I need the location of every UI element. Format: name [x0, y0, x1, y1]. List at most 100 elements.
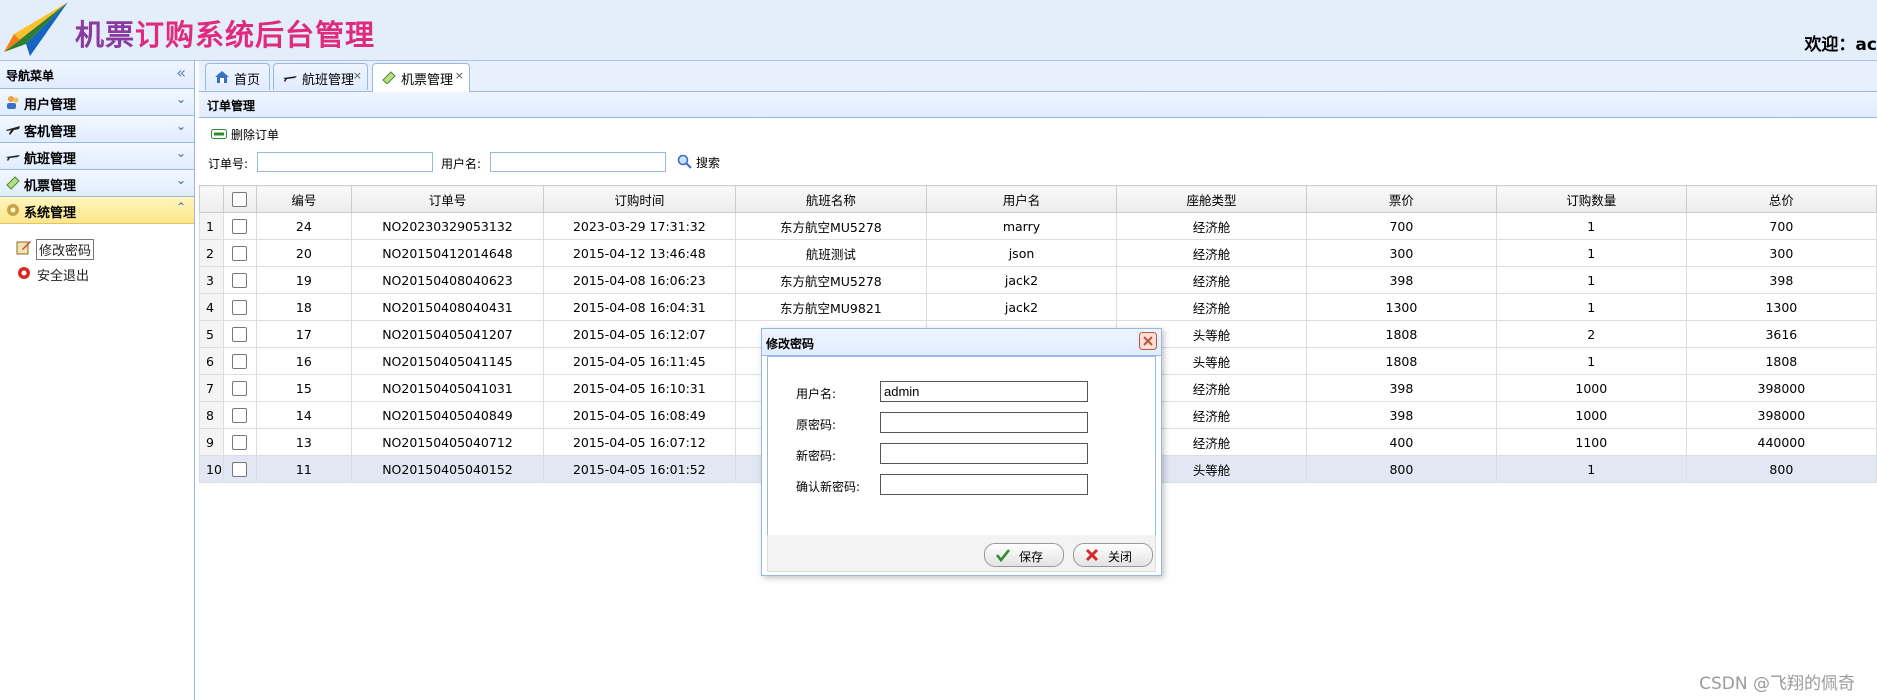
- row-number: 4: [199, 293, 224, 321]
- table-row[interactable]: 3 19 NO20150408040623 2015-04-08 16:06:23 东方…: [199, 266, 1877, 294]
- username-input[interactable]: [490, 152, 666, 172]
- confirm-password-input[interactable]: [880, 474, 1088, 495]
- tab-flight-management[interactable]: 航班管理 ×: [273, 63, 368, 90]
- new-password-label: 新密码:: [796, 449, 837, 463]
- welcome-text: 欢迎：ac: [1804, 35, 1877, 55]
- cell-total: 3616: [1685, 320, 1877, 348]
- tab-home[interactable]: 首页: [205, 63, 270, 90]
- cell-price: 300: [1305, 239, 1497, 267]
- dialog-username-label: 用户名:: [796, 387, 837, 401]
- nav-section-system[interactable]: 系统管理 ⌃: [0, 197, 194, 224]
- cell-cabin: 经济舱: [1115, 293, 1307, 321]
- column-header[interactable]: 编号: [255, 185, 353, 213]
- row-select-cell: [222, 428, 257, 456]
- tab-ticket-management[interactable]: 机票管理 ×: [372, 63, 470, 92]
- cell-total: 800: [1685, 455, 1877, 483]
- nav-section-tickets[interactable]: 机票管理 ⌄: [0, 170, 194, 197]
- search-toolbar: 删除订单 订单号: 用户名: 搜索: [199, 119, 1877, 185]
- column-header[interactable]: 总价: [1685, 185, 1877, 213]
- table-row[interactable]: 2 20 NO20150412014648 2015-04-12 13:46:48 航班…: [199, 239, 1877, 267]
- row-checkbox[interactable]: [232, 327, 248, 342]
- cell-cabin: 经济舱: [1115, 212, 1307, 240]
- cell-qty: 1: [1495, 293, 1687, 321]
- tab-bar: 首页 航班管理 × 机票管理 ×: [199, 61, 1877, 92]
- cell-total: 440000: [1685, 428, 1877, 456]
- search-label: 搜索: [696, 156, 721, 170]
- tab-label: 机票管理: [401, 73, 454, 88]
- column-header[interactable]: 订购数量: [1495, 185, 1687, 213]
- row-checkbox[interactable]: [232, 381, 248, 396]
- row-select-cell: [222, 347, 257, 375]
- cell-order-no: NO20150405040712: [351, 428, 544, 456]
- column-header[interactable]: 座舱类型: [1115, 185, 1307, 213]
- cell-total: 700: [1685, 212, 1877, 240]
- row-checkbox[interactable]: [232, 219, 248, 234]
- ticket-icon: [6, 176, 20, 190]
- nav-section-label: 客机管理: [24, 125, 77, 140]
- cell-time: 2015-04-05 16:11:45: [542, 347, 736, 375]
- dialog-form: 用户名: 原密码: 新密码: 确认新密码:: [767, 356, 1156, 536]
- column-header[interactable]: 票价: [1305, 185, 1497, 213]
- row-checkbox[interactable]: [232, 300, 248, 315]
- row-checkbox[interactable]: [232, 462, 248, 477]
- paper-plane-logo-icon: [4, 2, 68, 56]
- table-header-row: 编号 订单号 订购时间 航班名称 用户名 座舱类型 票价 订购数量 总价: [199, 185, 1877, 213]
- nav-section-aircraft[interactable]: 客机管理 ⌄: [0, 116, 194, 143]
- table-row[interactable]: 4 18 NO20150408040431 2015-04-08 16:04:31 东方…: [199, 293, 1877, 321]
- row-checkbox[interactable]: [232, 408, 248, 423]
- row-checkbox[interactable]: [232, 273, 248, 288]
- app-header: 机票订购系统后台管理 欢迎：ac: [0, 0, 1877, 61]
- cell-user: marry: [926, 212, 1117, 240]
- cell-price: 400: [1305, 428, 1497, 456]
- settings-gear-icon: [7, 204, 19, 216]
- column-header[interactable]: 订购时间: [542, 185, 736, 213]
- row-number: 10: [199, 455, 224, 483]
- row-select-cell: [222, 212, 257, 240]
- row-checkbox[interactable]: [232, 435, 248, 450]
- cell-total: 398000: [1685, 401, 1877, 429]
- nav-section-users[interactable]: 用户管理 ⌄: [0, 89, 194, 116]
- cell-id: 20: [255, 239, 353, 267]
- close-dialog-icon[interactable]: [1139, 332, 1157, 350]
- order-no-label: 订单号:: [208, 157, 249, 171]
- save-button[interactable]: 保存: [984, 543, 1064, 567]
- cell-order-no: NO20150405041031: [351, 374, 544, 402]
- nav-section-label: 用户管理: [24, 98, 77, 113]
- tab-label: 首页: [234, 73, 261, 88]
- cell-id: 11: [255, 455, 353, 483]
- new-password-input[interactable]: [880, 443, 1088, 464]
- cell-price: 398: [1305, 266, 1497, 294]
- flight-icon: [6, 155, 20, 161]
- dialog-header: 修改密码: [762, 329, 1161, 356]
- cell-time: 2015-04-05 16:08:49: [542, 401, 736, 429]
- cell-order-no: NO20150408040431: [351, 293, 544, 321]
- close-tab-icon[interactable]: ×: [455, 69, 464, 82]
- close-button[interactable]: 关闭: [1073, 543, 1153, 567]
- old-password-label: 原密码:: [796, 418, 837, 432]
- column-header[interactable]: 订单号: [351, 185, 544, 213]
- column-header[interactable]: 用户名: [926, 185, 1117, 213]
- row-select-cell: [222, 320, 257, 348]
- close-tab-icon[interactable]: ×: [353, 69, 362, 82]
- row-select-cell: [222, 239, 257, 267]
- cell-price: 700: [1305, 212, 1497, 240]
- row-number: 6: [199, 347, 224, 375]
- cell-qty: 1100: [1495, 428, 1687, 456]
- dialog-username-input[interactable]: [880, 381, 1088, 402]
- old-password-input[interactable]: [880, 412, 1088, 433]
- nav-section-flights[interactable]: 航班管理 ⌄: [0, 143, 194, 170]
- cell-time: 2015-04-05 16:07:12: [542, 428, 736, 456]
- cell-time: 2015-04-08 16:06:23: [542, 266, 736, 294]
- rownumber-header: [199, 185, 224, 213]
- select-all-checkbox[interactable]: [232, 192, 248, 207]
- table-row[interactable]: 1 24 NO20230329053132 2023-03-29 17:31:32 东方…: [199, 212, 1877, 240]
- cell-flight: 东方航空MU9821: [734, 293, 928, 321]
- column-header[interactable]: 航班名称: [734, 185, 928, 213]
- cell-order-no: NO20150405041207: [351, 320, 544, 348]
- order-no-input[interactable]: [257, 152, 433, 172]
- collapse-nav-icon[interactable]: «: [176, 63, 186, 82]
- row-checkbox[interactable]: [232, 246, 248, 261]
- app-title: 机票订购系统后台管理: [75, 12, 375, 54]
- expand-chevron-icon: ⌄: [175, 173, 186, 187]
- row-checkbox[interactable]: [232, 354, 248, 369]
